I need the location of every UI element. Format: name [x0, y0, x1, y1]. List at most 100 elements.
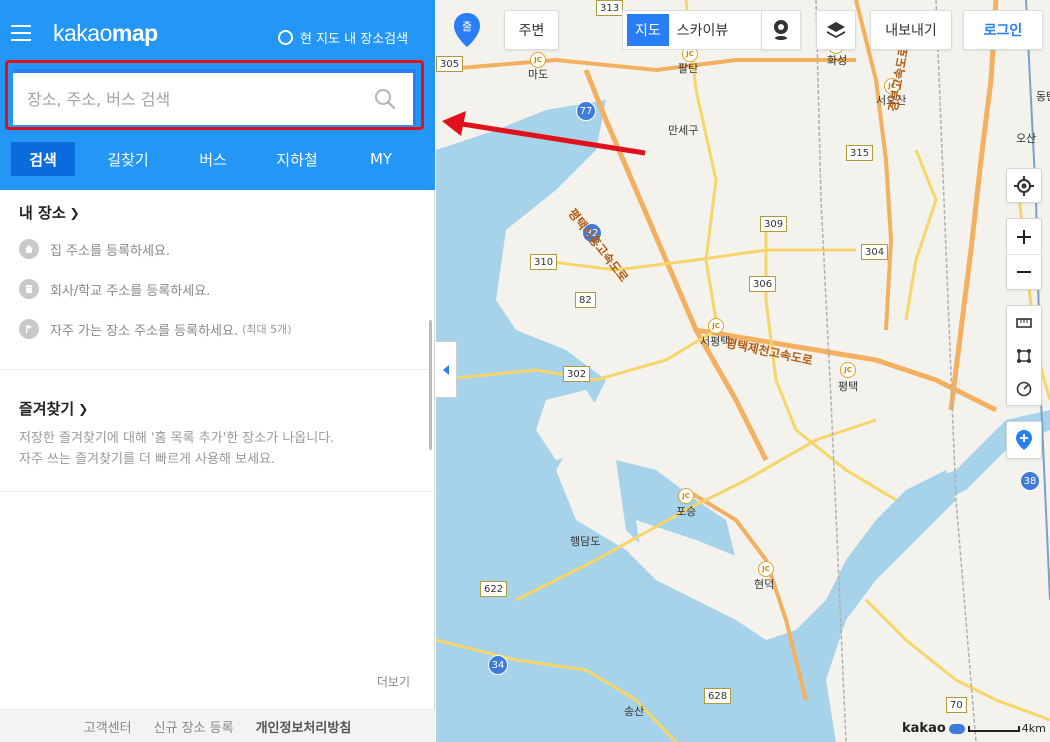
place-label: 행담도 — [570, 535, 601, 548]
add-pin-icon — [1016, 430, 1032, 450]
route-shield: 302 — [563, 366, 591, 382]
place-label: 동탄 — [1036, 90, 1050, 103]
flag-icon — [19, 319, 39, 339]
jc-marker: JC — [708, 318, 724, 334]
footer-customer-center[interactable]: 고객센터 — [84, 717, 132, 736]
area-search-label: 현 지도 내 장소검색 — [300, 32, 409, 47]
chevron-right-icon: ❯ — [78, 401, 89, 416]
route-shield: 70 — [946, 697, 967, 713]
ruler-icon — [1016, 317, 1032, 328]
annotation-arrow — [442, 111, 646, 156]
area-tool-button[interactable] — [1006, 339, 1042, 372]
register-frequent-place[interactable]: 자주 가는 장소 주소를 등록하세요. (최대 5개) — [19, 309, 435, 349]
area-icon — [1017, 348, 1031, 363]
collapse-sidebar-button[interactable] — [435, 341, 457, 398]
jc-marker: JC — [758, 561, 774, 577]
sidebar: kakaomap 현 지도 내 장소검색 검색 길찾기 버스 지하철 MY 내 … — [0, 0, 435, 742]
place-label: 포승 — [676, 505, 697, 518]
place-label: 오산 — [1016, 132, 1037, 145]
divider — [0, 491, 435, 492]
route-shield: 622 — [480, 581, 508, 597]
more-link[interactable]: 더보기 — [377, 673, 410, 690]
measure-tools — [1006, 305, 1042, 406]
route-circle: 34 — [488, 655, 508, 675]
svg-text:출: 출 — [462, 20, 472, 33]
current-location-control — [1006, 168, 1042, 203]
tab-search[interactable]: 검색 — [11, 142, 75, 176]
add-place-control — [1006, 421, 1042, 459]
layers-icon — [827, 22, 845, 38]
search-input[interactable] — [27, 83, 357, 115]
add-place-button[interactable] — [1006, 422, 1042, 458]
chevron-right-icon: ❯ — [69, 205, 80, 220]
radio-icon[interactable] — [278, 30, 293, 45]
login-button[interactable]: 로그인 — [963, 10, 1043, 50]
search-box — [13, 69, 416, 125]
skyview-toggle[interactable]: 스카이뷰 — [669, 14, 737, 46]
zoom-in-button[interactable] — [1006, 219, 1042, 254]
place-label: 현덕 — [754, 578, 775, 591]
tab-my[interactable]: MY — [349, 142, 413, 176]
route-shield: 82 — [575, 292, 596, 308]
sidebar-header: kakaomap 현 지도 내 장소검색 검색 길찾기 버스 지하철 MY — [0, 0, 435, 190]
favorites-title[interactable]: 즐겨찾기 ❯ — [19, 398, 435, 419]
place-label: 만세구 — [668, 124, 699, 137]
radius-tool-button[interactable] — [1006, 372, 1042, 405]
building-icon — [19, 279, 39, 299]
zoom-control — [1006, 218, 1042, 290]
map-view-toggle[interactable]: 지도 — [627, 14, 669, 46]
favorites-description: 저장한 즐겨찾기에 대해 '홈 목록 추가'한 장소가 나옵니다. 자주 쓰는 … — [19, 431, 335, 467]
crosshair-icon — [1014, 175, 1034, 196]
my-places-title[interactable]: 내 장소 ❯ — [19, 202, 435, 223]
route-circle: 38 — [1020, 471, 1040, 491]
max-count-note: (최대 5개) — [242, 323, 292, 336]
roadview-icon — [774, 20, 788, 40]
area-search-toggle[interactable]: 현 지도 내 장소검색 — [278, 28, 408, 47]
route-shield: 313 — [596, 0, 624, 16]
tab-directions[interactable]: 길찾기 — [75, 142, 181, 176]
pin-icon: 출 — [454, 13, 480, 47]
register-work[interactable]: 회사/학교 주소를 등록하세요. — [19, 269, 435, 309]
distance-tool-button[interactable] — [1006, 306, 1042, 339]
kakaomap-logo[interactable]: kakaomap — [53, 20, 158, 47]
current-location-button[interactable] — [1006, 169, 1042, 202]
scale-distance: 4km — [1021, 722, 1046, 735]
footer-new-place[interactable]: 신규 장소 등록 — [154, 717, 234, 736]
scrollbar-thumb[interactable] — [429, 320, 432, 450]
view-switch: 지도 스카이뷰 — [622, 10, 769, 50]
jc-marker: JC — [840, 362, 856, 378]
roadview-button[interactable] — [761, 10, 801, 50]
menu-icon[interactable] — [11, 25, 31, 43]
nearby-button[interactable]: 주변 — [504, 10, 559, 50]
footer-privacy[interactable]: 개인정보처리방침 — [256, 717, 352, 736]
route-shield: 306 — [749, 276, 777, 292]
tab-bus[interactable]: 버스 — [181, 142, 245, 176]
favorites-section: 즐겨찾기 ❯ 저장한 즐겨찾기에 대해 '홈 목록 추가'한 장소가 나옵니다.… — [0, 398, 435, 470]
scale-bar — [967, 725, 1020, 732]
place-label: 팔탄 — [678, 62, 699, 75]
zoom-out-button[interactable] — [1006, 254, 1042, 289]
divider — [0, 369, 435, 370]
export-button[interactable]: 내보내기 — [870, 10, 952, 50]
register-home[interactable]: 집 주소를 등록하세요. — [19, 229, 435, 269]
sidebar-tabs: 검색 길찾기 버스 지하철 MY — [0, 142, 435, 178]
route-shield: 305 — [436, 56, 464, 72]
route-shield: 309 — [760, 216, 788, 232]
sidebar-footer: 고객센터 신규 장소 등록 개인정보처리방침 — [0, 709, 435, 742]
route-shield: 310 — [530, 254, 558, 270]
place-label: 마도 — [528, 68, 549, 81]
jc-marker: JC — [530, 52, 546, 68]
start-marker-button[interactable]: 출 — [447, 10, 487, 50]
jc-marker: JC — [678, 488, 694, 504]
place-label: 평택 — [838, 380, 859, 393]
place-label: 화성 — [827, 54, 848, 67]
chevron-left-icon — [442, 364, 449, 375]
place-label: 송산 — [624, 705, 645, 718]
kakao-brand: kakao — [902, 721, 946, 736]
minus-icon — [1017, 271, 1031, 273]
home-icon — [19, 239, 39, 259]
plus-icon — [1017, 229, 1031, 244]
search-icon[interactable] — [373, 87, 397, 111]
layers-button[interactable] — [816, 10, 856, 50]
tab-subway[interactable]: 지하철 — [245, 142, 349, 176]
